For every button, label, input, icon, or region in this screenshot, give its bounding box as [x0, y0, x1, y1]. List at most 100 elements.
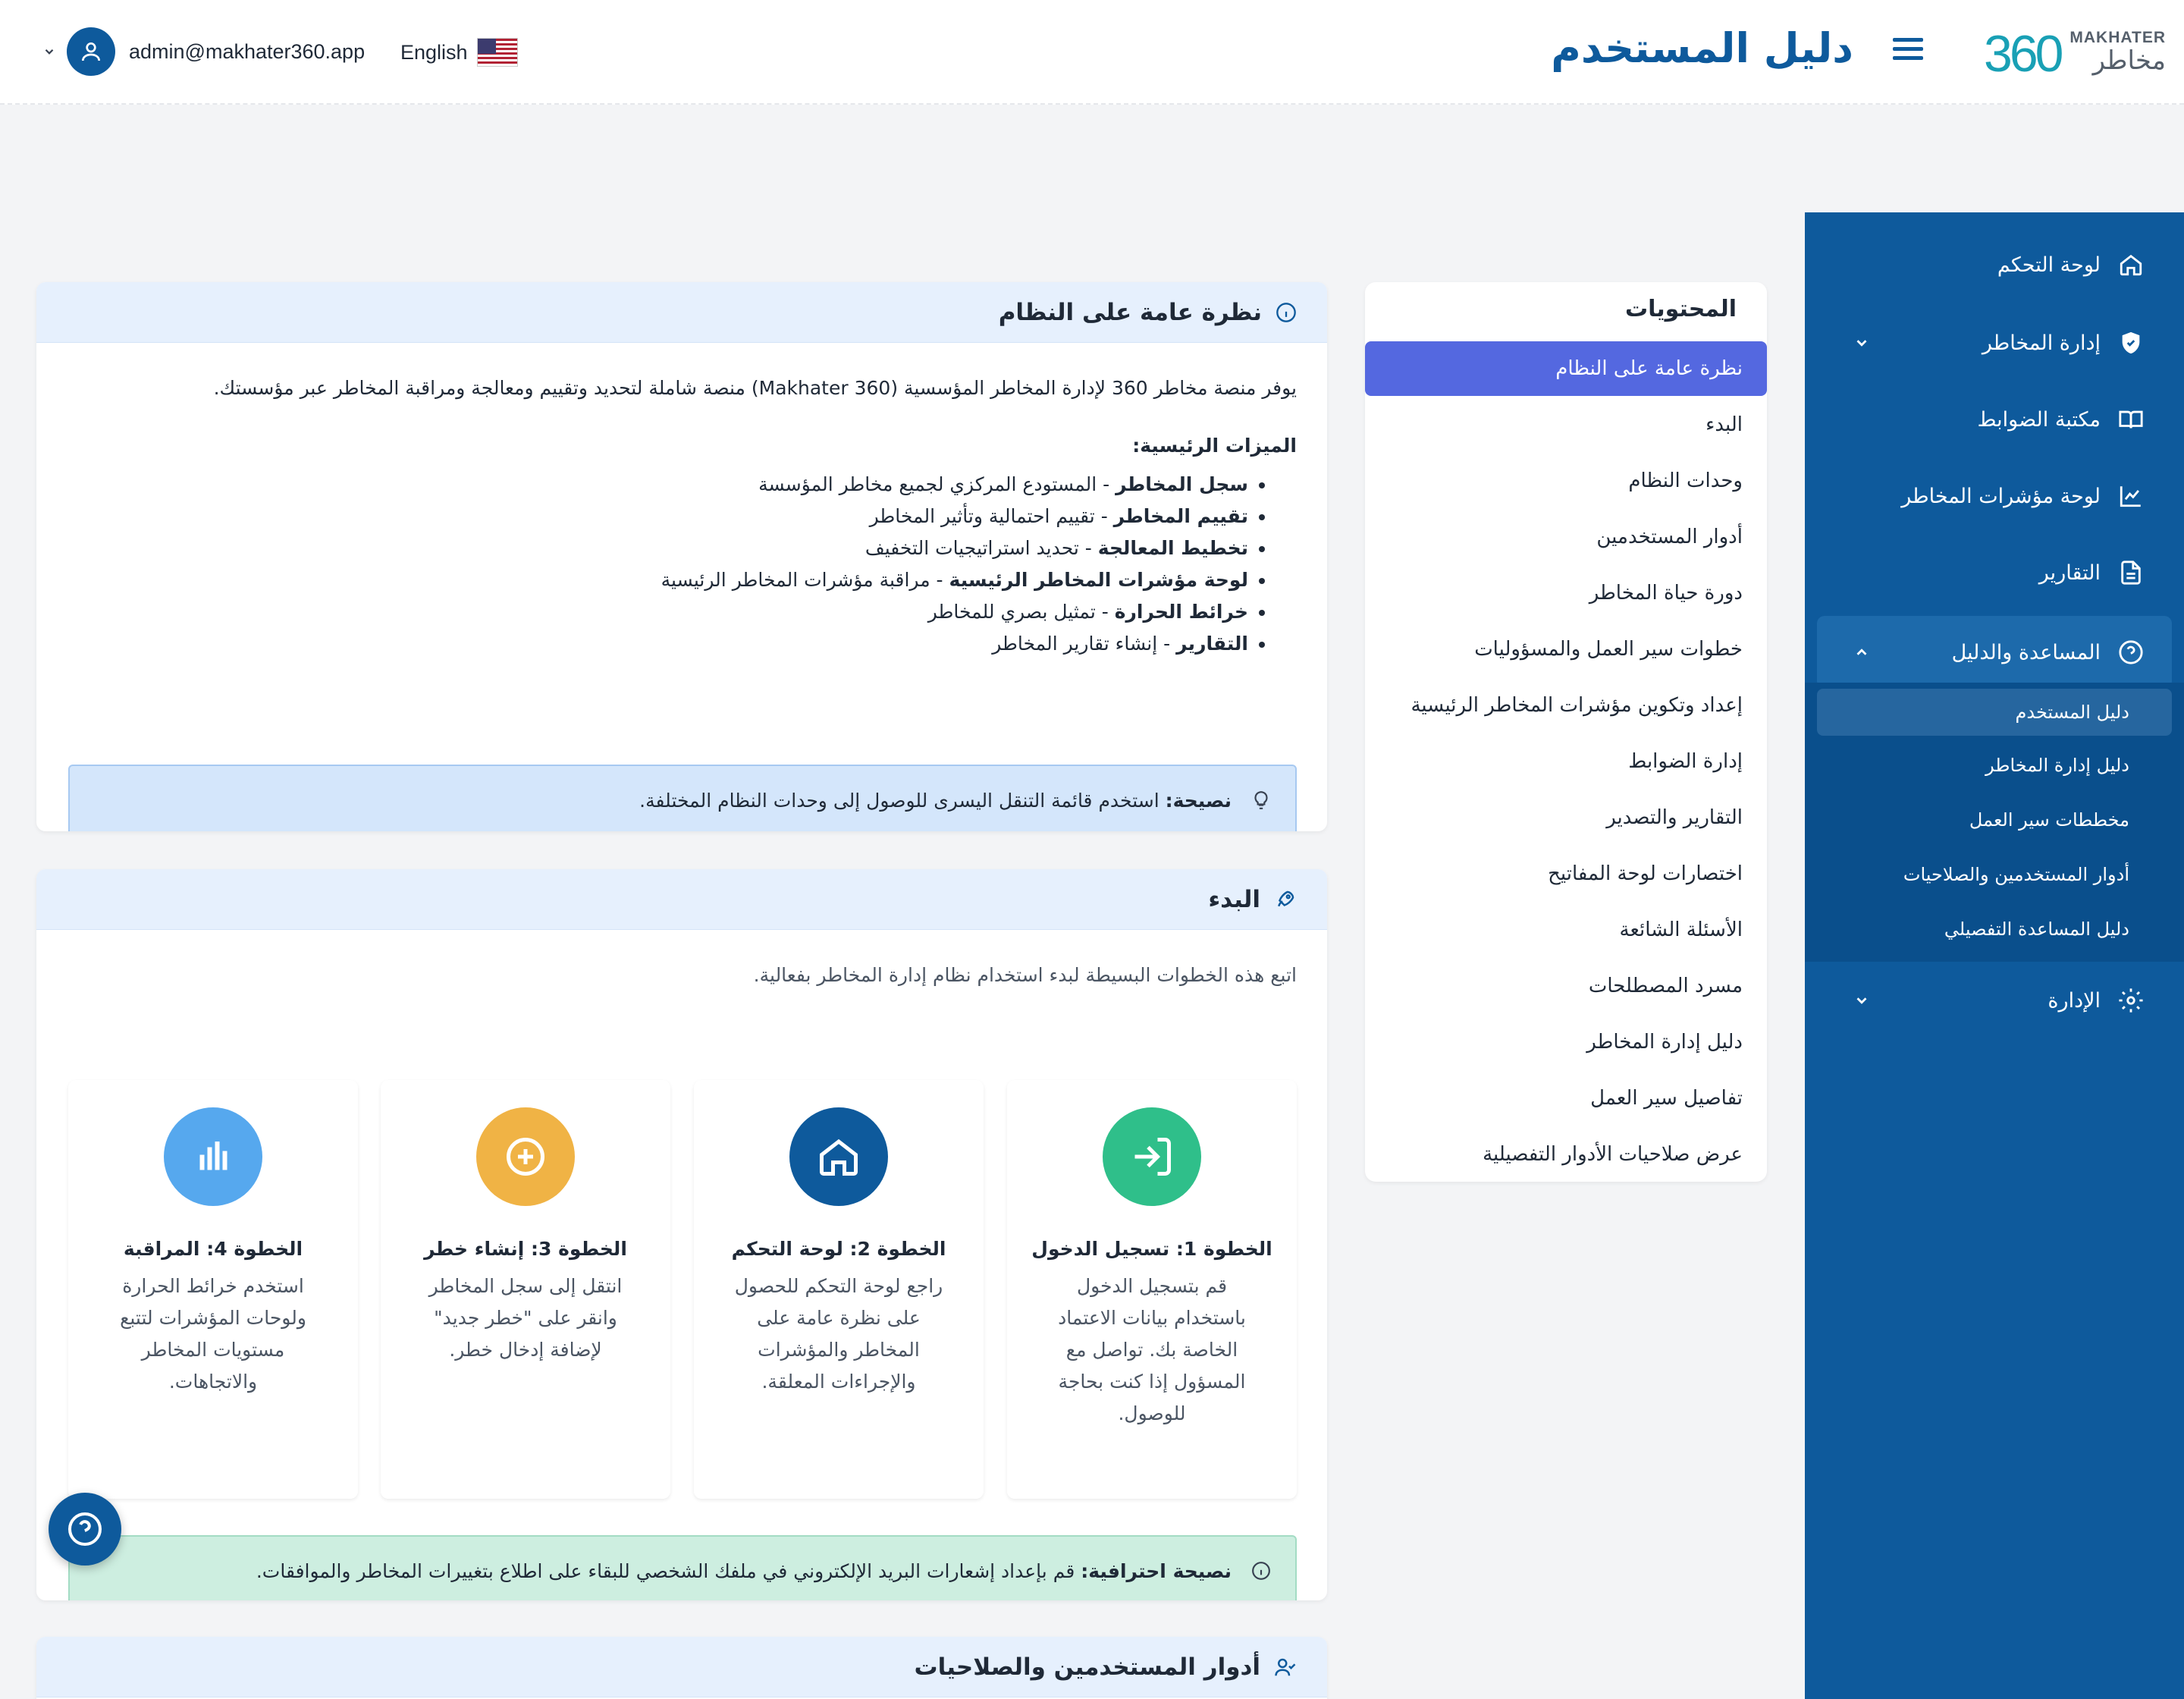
roles-card-header: أدوار المستخدمين والصلاحيات [36, 1637, 1327, 1697]
home-icon [2116, 250, 2146, 280]
toc-label: نظرة عامة على النظام [1555, 357, 1743, 380]
list-item: تقييم المخاطر - تقييم احتمالية وتأثير ال… [67, 501, 1248, 532]
submenu-item-risk-guide[interactable]: دليل إدارة المخاطر [1817, 742, 2172, 789]
sidebar-item-administration[interactable]: الإدارة [1805, 966, 2184, 1035]
help-submenu: دليل المستخدم دليل إدارة المخاطر مخططات … [1805, 683, 2184, 962]
toc-item[interactable]: دليل إدارة المخاطر [1365, 1015, 1767, 1069]
toc-item[interactable]: أدوار المستخدمين [1365, 510, 1767, 564]
toc-item[interactable]: عرض صلاحيات الأدوار التفصيلية [1365, 1127, 1767, 1182]
chevron-down-icon [45, 49, 54, 55]
submenu-item-workflow-charts[interactable]: مخططات سير العمل [1817, 796, 2172, 843]
sidebar: لوحة التحكم إدارة المخاطر مكتبة الضوابط … [1805, 212, 2184, 1699]
logo-arabic: مخاطر [2092, 46, 2166, 76]
features-title: الميزات الرئيسية: [1132, 435, 1297, 457]
language-selector[interactable]: English [400, 38, 518, 67]
sidebar-item-label: الإدارة [2048, 988, 2101, 1013]
toc-label: دورة حياة المخاطر [1589, 582, 1743, 605]
toc-item[interactable]: تفاصيل سير العمل [1365, 1071, 1767, 1126]
bar-chart-icon [164, 1107, 262, 1206]
overview-card-header: نظرة عامة على النظام [36, 282, 1327, 343]
hamburger-menu-icon[interactable] [1893, 33, 1923, 64]
chart-line-icon [2116, 481, 2146, 511]
features-list: سجل المخاطر - المستودع المركزي لجميع مخا… [67, 469, 1297, 660]
language-label: English [400, 40, 468, 64]
toc-label: عرض صلاحيات الأدوار التفصيلية [1483, 1143, 1743, 1166]
step-text: استخدم خرائط الحرارة ولوحات المؤشرات لتت… [120, 1275, 306, 1393]
overview-card: نظرة عامة على النظام يوفر منصة مخاطر 360… [36, 282, 1327, 831]
tip-label: نصيحة: [1165, 789, 1232, 812]
submenu-item-detailed-help[interactable]: دليل المساعدة التفصيلي [1817, 906, 2172, 953]
step-card: الخطوة 1: تسجيل الدخول قم بتسجيل الدخول … [1007, 1080, 1297, 1499]
help-fab-button[interactable] [49, 1493, 121, 1566]
avatar[interactable] [67, 27, 115, 76]
toc-item[interactable]: وحدات النظام [1365, 454, 1767, 508]
sidebar-item-controls-library[interactable]: مكتبة الضوابط [1805, 385, 2184, 454]
sidebar-item-reports[interactable]: التقارير [1805, 539, 2184, 607]
overview-intro: يوفر منصة مخاطر 360 لإدارة المخاطر المؤس… [213, 377, 1297, 399]
toc-label: تفاصيل سير العمل [1590, 1087, 1743, 1110]
toc-label: الأسئلة الشائعة [1619, 919, 1743, 941]
sidebar-item-label: لوحة التحكم [1997, 253, 2101, 277]
info-icon [1252, 1562, 1270, 1580]
lightbulb-icon [1254, 791, 1268, 809]
toc-item[interactable]: التقارير والتصدير [1365, 790, 1767, 845]
list-item: لوحة مؤشرات المخاطر الرئيسية - مراقبة مؤ… [67, 564, 1248, 596]
chevron-up-icon[interactable] [1853, 644, 1870, 661]
submenu-item-roles-permissions[interactable]: أدوار المستخدمين والصلاحيات [1817, 851, 2172, 898]
makhater-logo[interactable]: 360 MAKHATER مخاطر [1984, 21, 2166, 83]
step-text: انتقل إلى سجل المخاطر وانقر على "خطر جدي… [428, 1275, 623, 1361]
submenu-label: أدوار المستخدمين والصلاحيات [1903, 864, 2129, 885]
chevron-down-icon[interactable] [1853, 992, 1870, 1009]
submenu-item-user-guide[interactable]: دليل المستخدم [1817, 689, 2172, 736]
shield-icon [2116, 328, 2146, 358]
toc-item[interactable]: اختصارات لوحة المفاتيح [1365, 846, 1767, 901]
sidebar-item-risk-management[interactable]: إدارة المخاطر [1805, 309, 2184, 377]
toc-item[interactable]: البدء [1365, 397, 1767, 452]
sidebar-item-label: لوحة مؤشرات المخاطر [1901, 484, 2101, 508]
toc-item[interactable]: نظرة عامة على النظام [1365, 341, 1767, 396]
us-flag-icon [476, 38, 518, 67]
toc-item[interactable]: إدارة الضوابط [1365, 734, 1767, 789]
top-header: 360 MAKHATER مخاطر دليل المستخدم English… [0, 0, 2184, 105]
toc-label: إعداد وتكوين مؤشرات المخاطر الرئيسية [1410, 694, 1743, 717]
toc-item[interactable]: الأسئلة الشائعة [1365, 903, 1767, 957]
sidebar-item-kri-dashboard[interactable]: لوحة مؤشرات المخاطر [1805, 462, 2184, 530]
user-email: admin@makhater360.app [129, 39, 366, 63]
step-card: الخطوة 4: المراقبة استخدم خرائط الحرارة … [68, 1080, 358, 1499]
toc-item[interactable]: خطوات سير العمل والمسؤوليات [1365, 622, 1767, 677]
step-title: الخطوة 2: لوحة التحكم [731, 1238, 946, 1260]
getting-started-card: البدء اتبع هذه الخطوات البسيطة لبدء استخ… [36, 869, 1327, 1600]
getting-started-header: البدء [36, 869, 1327, 930]
home-icon [789, 1107, 888, 1206]
contents-title: المحتويات [1624, 296, 1737, 322]
toc-label: اختصارات لوحة المفاتيح [1548, 862, 1743, 885]
sidebar-item-dashboard[interactable]: لوحة التحكم [1805, 231, 2184, 299]
toc-label: مسرد المصطلحات [1588, 975, 1743, 997]
submenu-label: دليل إدارة المخاطر [1985, 755, 2129, 776]
chevron-down-icon[interactable] [1853, 334, 1870, 351]
toc-label: وحدات النظام [1628, 470, 1743, 492]
sidebar-item-label: المساعدة والدليل [1951, 640, 2101, 664]
section-title: نظرة عامة على النظام [998, 298, 1262, 326]
toc-item[interactable]: دورة حياة المخاطر [1365, 566, 1767, 620]
step-text: راجع لوحة التحكم للحصول على نظرة عامة عل… [734, 1275, 943, 1393]
sidebar-item-label: التقارير [2038, 561, 2101, 585]
list-item: سجل المخاطر - المستودع المركزي لجميع مخا… [67, 469, 1248, 501]
user-menu[interactable]: admin@makhater360.app [42, 27, 365, 76]
toc-label: إدارة الضوابط [1628, 750, 1743, 773]
section-title: البدء [1208, 885, 1260, 913]
toc-label: البدء [1705, 413, 1743, 436]
tip-box: نصيحة: استخدم قائمة التنقل اليسرى للوصول… [68, 765, 1297, 831]
toc-item[interactable]: مسرد المصطلحات [1365, 959, 1767, 1013]
tip-text: استخدم قائمة التنقل اليسرى للوصول إلى وح… [639, 789, 1166, 812]
list-item: خرائط الحرارة - تمثيل بصري للمخاطر [67, 596, 1248, 628]
contents-panel: المحتويات نظرة عامة على النظام البدء وحد… [1365, 282, 1767, 1182]
sidebar-item-help[interactable]: المساعدة والدليل [1817, 616, 2172, 689]
toc-label: أدوار المستخدمين [1596, 526, 1743, 548]
step-card: الخطوة 2: لوحة التحكم راجع لوحة التحكم ل… [694, 1080, 984, 1499]
pro-tip-text: قم بإعداد إشعارات البريد الإلكتروني في م… [256, 1559, 1081, 1582]
section-title: أدوار المستخدمين والصلاحيات [914, 1653, 1260, 1681]
toc-item[interactable]: إعداد وتكوين مؤشرات المخاطر الرئيسية [1365, 678, 1767, 733]
step-title: الخطوة 1: تسجيل الدخول [1031, 1238, 1272, 1260]
getting-started-intro: اتبع هذه الخطوات البسيطة لبدء استخدام نظ… [753, 964, 1297, 986]
